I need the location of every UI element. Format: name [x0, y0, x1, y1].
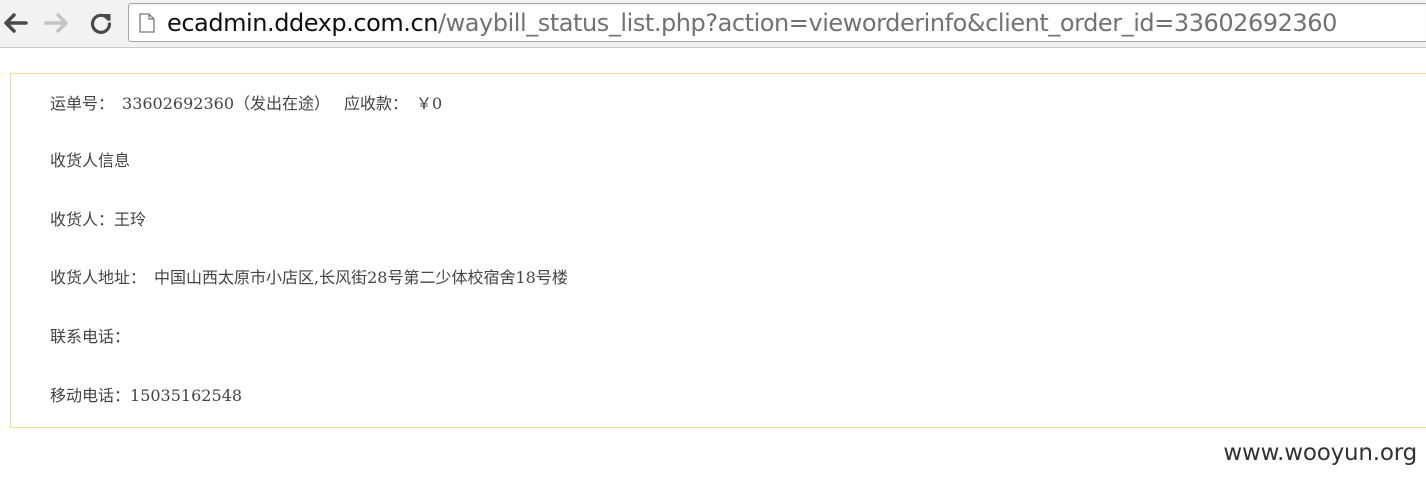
phone-label: 联系电话： — [50, 327, 131, 346]
amount-value: ￥0 — [416, 94, 443, 113]
address-value: 中国山西太原市小店区,长风街28号第二少体校宿舍18号楼 — [154, 268, 568, 287]
mobile-value: 15035162548 — [130, 386, 242, 405]
mobile-row: 移动电话：15035162548 — [50, 386, 242, 406]
url-path: /waybill_status_list.php?action=vieworde… — [437, 9, 1337, 37]
browser-toolbar: ecadmin.ddexp.com.cn/waybill_status_list… — [0, 0, 1426, 48]
address-bar[interactable]: ecadmin.ddexp.com.cn/waybill_status_list… — [128, 3, 1426, 42]
arrow-right-icon — [44, 13, 68, 33]
watermark: www.wooyun.org — [1223, 440, 1417, 466]
receiver-value: 王玲 — [114, 210, 147, 229]
waybill-row: 运单号： 33602692360（发出在途） 应收款： ￥0 — [50, 94, 442, 114]
receiver-section-title: 收货人信息 — [50, 151, 131, 170]
amount-label: 应收款： — [344, 94, 409, 113]
mobile-label: 移动电话： — [50, 386, 131, 405]
receiver-label: 收货人： — [50, 210, 115, 229]
receiver-row: 收货人：王玲 — [50, 210, 146, 230]
forward-button[interactable] — [42, 8, 72, 38]
back-button[interactable] — [0, 8, 30, 38]
url-text: ecadmin.ddexp.com.cn/waybill_status_list… — [167, 8, 1337, 38]
reload-icon — [90, 13, 112, 34]
address-label: 收货人地址： — [50, 268, 147, 287]
phone-row: 联系电话： — [50, 327, 130, 347]
reload-button[interactable] — [86, 8, 116, 38]
waybill-label: 运单号： — [50, 94, 115, 113]
order-info-box: 运单号： 33602692360（发出在途） 应收款： ￥0 收货人信息 收货人：王玲… — [10, 73, 1426, 428]
url-host: ecadmin.ddexp.com.cn — [167, 9, 438, 37]
waybill-value: 33602692360（发出在途） — [122, 94, 330, 113]
arrow-left-icon — [4, 13, 28, 33]
page-icon — [139, 13, 155, 33]
address-row: 收货人地址： 中国山西太原市小店区,长风街28号第二少体校宿舍18号楼 — [50, 268, 568, 288]
